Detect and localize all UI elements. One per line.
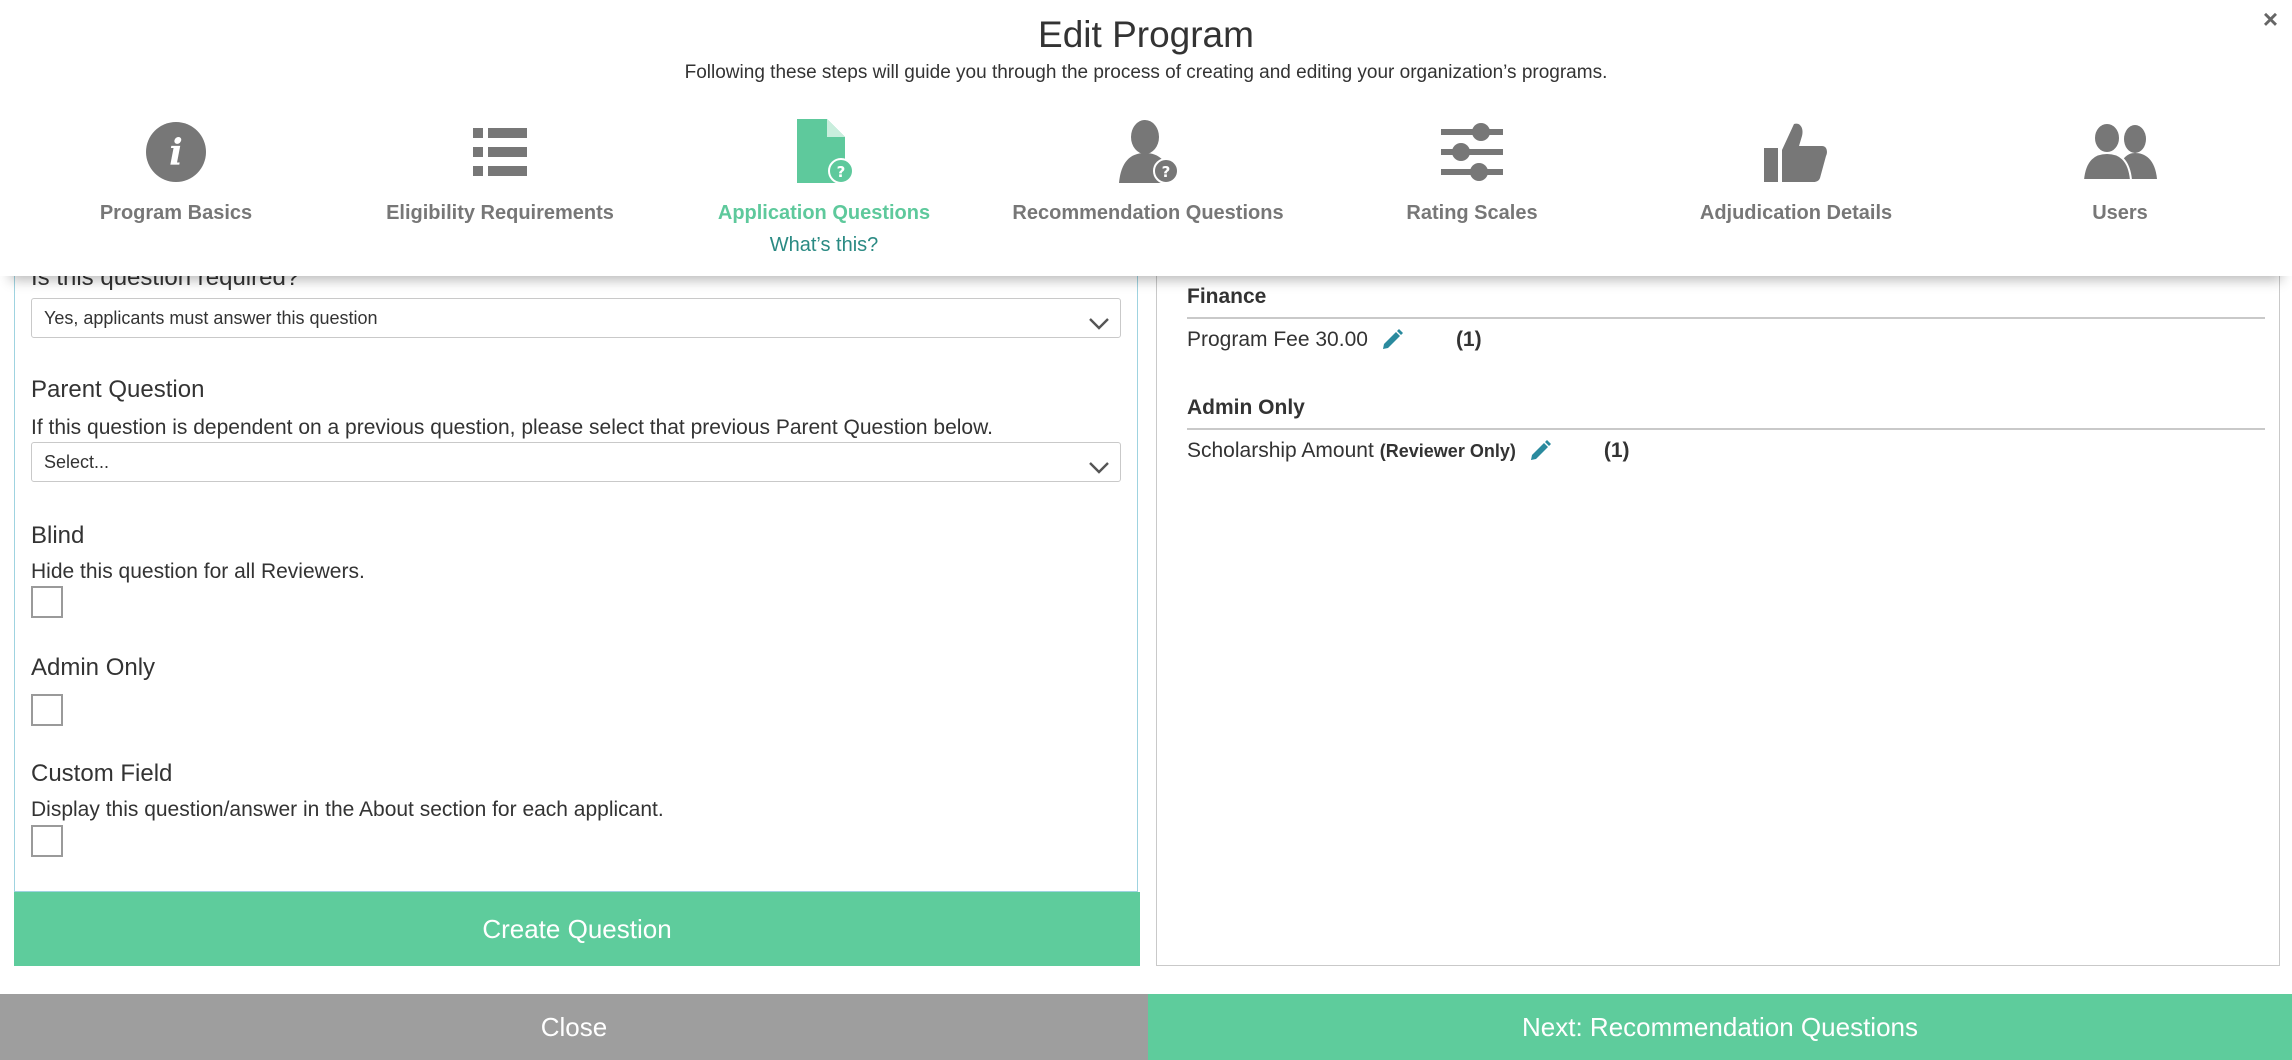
parent-question-description: If this question is dependent on a previ… <box>31 416 993 439</box>
page-subtitle: Following these steps will guide you thr… <box>684 62 1608 83</box>
step-label: Program Basics <box>99 202 253 224</box>
question-list-panel: Finance Program Fee 30.00 (1) Admin Only… <box>1156 276 2280 966</box>
step-label: Adjudication Details <box>1699 202 1893 224</box>
admin-only-checkbox[interactable] <box>31 694 63 726</box>
users-icon <box>1970 114 2270 190</box>
admin-only-heading: Admin Only <box>31 654 156 681</box>
step-label: Recommendation Questions <box>1012 202 1284 224</box>
page-title: Edit Program <box>1038 14 1254 55</box>
chevron-down-icon <box>1088 308 1110 346</box>
wizard-header: × Edit Program Following these steps wil… <box>0 0 2292 276</box>
parent-question-select[interactable]: Select... <box>31 442 1121 482</box>
step-label: Application Questions <box>717 202 931 224</box>
custom-field-checkbox[interactable] <box>31 825 63 857</box>
step-rating-scales[interactable]: Rating Scales <box>1322 114 1622 225</box>
step-adjudication-details[interactable]: Adjudication Details <box>1646 114 1946 225</box>
step-program-basics[interactable]: i Program Basics <box>26 114 326 225</box>
person-question-icon: ? <box>998 114 1298 190</box>
section-heading-admin-only: Admin Only <box>1187 396 2265 430</box>
question-count: (1) <box>1455 328 1482 351</box>
question-form-panel: Is this question required? Yes, applican… <box>14 276 1138 892</box>
svg-text:?: ? <box>837 163 846 181</box>
step-label: Eligibility Requirements <box>386 202 614 224</box>
custom-field-heading: Custom Field <box>31 760 173 787</box>
question-name: Scholarship Amount <box>1187 439 1374 462</box>
sliders-icon <box>1322 114 1622 190</box>
required-label: Is this question required? <box>31 276 300 291</box>
svg-text:?: ? <box>1162 163 1171 181</box>
list-item: Program Fee 30.00 (1) <box>1187 328 1482 352</box>
list-icon <box>350 114 650 190</box>
chevron-down-icon <box>1088 452 1110 490</box>
next-recommendation-questions-button[interactable]: Next: Recommendation Questions <box>1148 994 2292 1060</box>
custom-field-description: Display this question/answer in the Abou… <box>31 798 664 821</box>
reviewer-only-tag: (Reviewer Only) <box>1379 440 1516 461</box>
blind-description: Hide this question for all Reviewers. <box>31 560 365 583</box>
svg-text:i: i <box>169 132 183 174</box>
create-question-button[interactable]: Create Question <box>14 892 1140 966</box>
required-select-value: Yes, applicants must answer this questio… <box>44 308 378 328</box>
blind-heading: Blind <box>31 522 85 549</box>
step-users[interactable]: Users <box>1970 114 2270 225</box>
parent-question-select-value: Select... <box>44 452 110 472</box>
step-recommendation-questions[interactable]: ? Recommendation Questions <box>998 114 1298 225</box>
step-eligibility-requirements[interactable]: Eligibility Requirements <box>350 114 650 225</box>
info-icon: i <box>26 114 326 190</box>
pencil-edit-icon[interactable] <box>1380 328 1404 352</box>
list-item: Scholarship Amount (Reviewer Only) (1) <box>1187 439 1630 463</box>
section-heading-finance: Finance <box>1187 285 2265 319</box>
document-question-icon: ? <box>674 114 974 190</box>
parent-question-heading: Parent Question <box>31 376 205 403</box>
question-name: Program Fee 30.00 <box>1187 328 1368 351</box>
pencil-edit-icon[interactable] <box>1528 439 1552 463</box>
step-label: Rating Scales <box>1406 202 1538 224</box>
thumbs-up-icon <box>1646 114 1946 190</box>
close-button[interactable]: Close <box>0 994 1148 1060</box>
whats-this-link[interactable]: What’s this? <box>674 234 974 257</box>
blind-checkbox[interactable] <box>31 586 63 618</box>
required-select[interactable]: Yes, applicants must answer this questio… <box>31 298 1121 338</box>
step-label: Users <box>2092 202 2148 224</box>
question-count: (1) <box>1603 439 1630 462</box>
step-application-questions[interactable]: ? Application Questions <box>674 114 974 225</box>
